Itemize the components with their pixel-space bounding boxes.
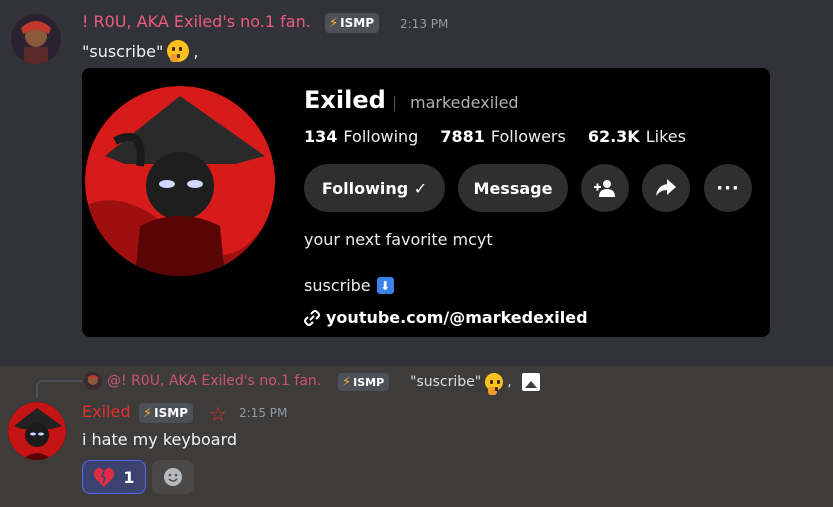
reply-text: "suscribe" bbox=[410, 374, 482, 390]
timestamp: 2:15 PM bbox=[239, 406, 288, 420]
profile-picture-art bbox=[85, 86, 275, 276]
following-button[interactable]: Following ✓ bbox=[304, 164, 445, 212]
stat-likes: 62.3K Likes bbox=[587, 127, 686, 146]
username[interactable]: Exiled bbox=[82, 402, 130, 421]
message-text: i hate my keyboard bbox=[82, 430, 238, 449]
reply-avatar-image bbox=[87, 375, 99, 385]
link-icon bbox=[304, 309, 320, 326]
stat-followers: 7881 Followers bbox=[440, 127, 566, 146]
message-text: "suscribe" bbox=[82, 41, 164, 61]
subscribe-line: suscribe ⬇ bbox=[304, 276, 394, 295]
divider bbox=[394, 96, 395, 111]
link-text[interactable]: youtube.com/@markedexiled bbox=[326, 308, 588, 327]
bolt-icon: ⚡ bbox=[143, 405, 153, 421]
profile-stats: 134 Following 7881 Followers 62.3K Likes bbox=[304, 127, 686, 146]
add-friend-button[interactable] bbox=[581, 164, 629, 212]
image-icon bbox=[521, 373, 540, 391]
message-button[interactable]: Message bbox=[458, 164, 568, 212]
role-badge[interactable]: ⚡ ISMP bbox=[325, 13, 379, 33]
share-button[interactable] bbox=[642, 164, 690, 212]
profile-handle: markedexiled bbox=[410, 93, 519, 112]
add-person-icon bbox=[594, 180, 615, 197]
role-badge[interactable]: ⚡ ISMP bbox=[139, 403, 193, 423]
avatar-image bbox=[8, 402, 66, 460]
reply-role-badge: ⚡ ISMP bbox=[338, 373, 390, 391]
avatar[interactable] bbox=[11, 14, 61, 64]
profile-name: Exiled bbox=[304, 86, 386, 114]
more-button[interactable]: ··· bbox=[704, 164, 752, 212]
thinking-face-icon bbox=[167, 40, 190, 62]
profile-bio: your next favorite mcyt bbox=[304, 230, 493, 249]
reply-avatar[interactable] bbox=[84, 372, 102, 390]
profile-link[interactable]: youtube.com/@markedexiled bbox=[304, 308, 588, 327]
reply-suffix: , bbox=[507, 374, 512, 390]
share-arrow-icon bbox=[656, 179, 676, 196]
avatar-image bbox=[11, 14, 61, 64]
stat-following: 134 Following bbox=[304, 127, 419, 146]
broken-heart-icon bbox=[94, 467, 115, 487]
reply-connector bbox=[36, 380, 82, 398]
reply-preview[interactable]: "suscribe" , bbox=[410, 373, 540, 395]
reply-username[interactable]: @! R0U, AKA Exiled's no.1 fan. bbox=[107, 373, 321, 389]
message-content: "suscribe" , bbox=[82, 40, 198, 62]
subscribe-text: suscribe bbox=[304, 276, 371, 295]
timestamp: 2:13 PM bbox=[400, 17, 449, 31]
profile-embed[interactable]: Exiled markedexiled 134 Following 7881 Fol… bbox=[82, 68, 770, 337]
message-suffix: , bbox=[193, 41, 199, 61]
smile-icon bbox=[164, 468, 182, 486]
ellipsis-icon: ··· bbox=[716, 177, 740, 199]
star-role-icon[interactable]: ☆ bbox=[209, 402, 227, 426]
badge-label: ISMP bbox=[154, 406, 188, 420]
profile-picture bbox=[85, 86, 275, 276]
down-arrow-icon: ⬇ bbox=[376, 277, 394, 294]
thinking-face-icon bbox=[485, 373, 504, 395]
username[interactable]: ! R0U, AKA Exiled's no.1 fan. bbox=[82, 12, 311, 31]
reaction-broken-heart[interactable]: 1 bbox=[82, 460, 146, 494]
bolt-icon: ⚡ bbox=[342, 374, 352, 390]
reaction-count: 1 bbox=[123, 467, 135, 487]
badge-label: ISMP bbox=[340, 16, 374, 30]
bolt-icon: ⚡ bbox=[329, 15, 339, 31]
badge-label: ISMP bbox=[353, 375, 385, 389]
add-reaction-button[interactable] bbox=[152, 460, 194, 494]
avatar[interactable] bbox=[8, 402, 66, 460]
